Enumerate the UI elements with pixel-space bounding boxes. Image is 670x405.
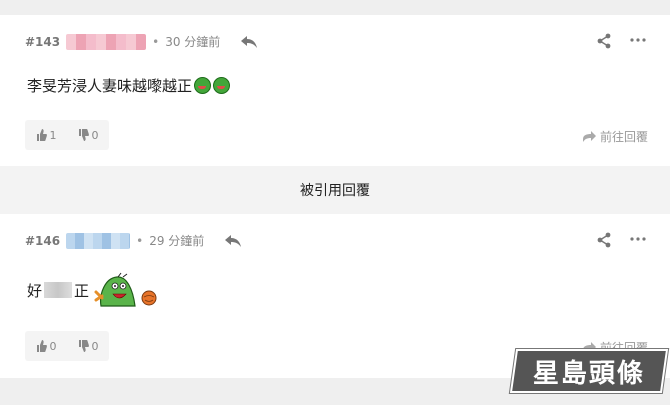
username-blurred[interactable]	[66, 232, 131, 249]
green-monster-sticker-icon	[94, 272, 157, 307]
upvote-count: 1	[49, 128, 57, 142]
watermark-logo-text: 星島頭條	[532, 358, 645, 389]
share-icon[interactable]	[596, 33, 612, 49]
quoted-replies-label: 被引用回覆	[300, 183, 370, 199]
username-blurred[interactable]	[66, 33, 147, 50]
upvote-button[interactable]: 1	[36, 129, 57, 142]
share-icon[interactable]	[596, 232, 612, 248]
upvote-count: 0	[49, 339, 57, 353]
post-content: 好 正	[27, 272, 157, 308]
post-text-suffix: 正	[74, 281, 90, 300]
vote-box: 0 0	[25, 331, 109, 361]
downvote-count: 0	[91, 128, 99, 142]
floor-number: #143	[25, 34, 61, 49]
watermark-logo: 星島頭條	[509, 349, 669, 393]
post-content: 李旻芳浸人妻味越嚟越正	[27, 75, 231, 96]
downvote-button[interactable]: 0	[78, 129, 99, 142]
reply-icon[interactable]	[240, 35, 258, 49]
post-text: 李旻芳浸人妻味越嚟越正	[27, 77, 193, 95]
separator-dot: •	[136, 233, 144, 248]
more-options-icon[interactable]	[630, 37, 646, 43]
goto-arrow-icon	[582, 130, 596, 142]
downvote-button[interactable]: 0	[78, 340, 99, 353]
green-smile-emoji-icon	[213, 77, 231, 94]
floor-number: #146	[25, 233, 61, 248]
post-header: #146 • 29 分鐘前	[25, 232, 242, 249]
post-text-prefix: 好	[27, 281, 43, 300]
quoted-replies-bar[interactable]: 被引用回覆	[0, 166, 670, 214]
post-time: 29 分鐘前	[149, 234, 205, 248]
post-header: #143 • 30 分鐘前	[25, 33, 258, 50]
post-time: 30 分鐘前	[165, 35, 221, 49]
post-card: #143 • 30 分鐘前 李旻芳浸人妻味越嚟越正 1 0 前往回覆	[0, 15, 670, 166]
thumbs-down-icon	[78, 340, 89, 352]
goto-reply-label: 前往回覆	[599, 130, 648, 144]
separator-dot: •	[152, 34, 160, 49]
upvote-button[interactable]: 0	[36, 340, 57, 353]
vote-box: 1 0	[25, 120, 109, 150]
reply-icon[interactable]	[224, 234, 242, 248]
downvote-count: 0	[91, 339, 99, 353]
thumbs-down-icon	[78, 129, 89, 141]
thumbs-up-icon	[36, 129, 47, 141]
more-options-icon[interactable]	[630, 236, 646, 242]
goto-reply-link[interactable]: 前往回覆	[582, 128, 648, 145]
thumbs-up-icon	[36, 340, 47, 352]
green-smile-emoji-icon	[194, 77, 212, 94]
blurred-text	[44, 282, 73, 298]
